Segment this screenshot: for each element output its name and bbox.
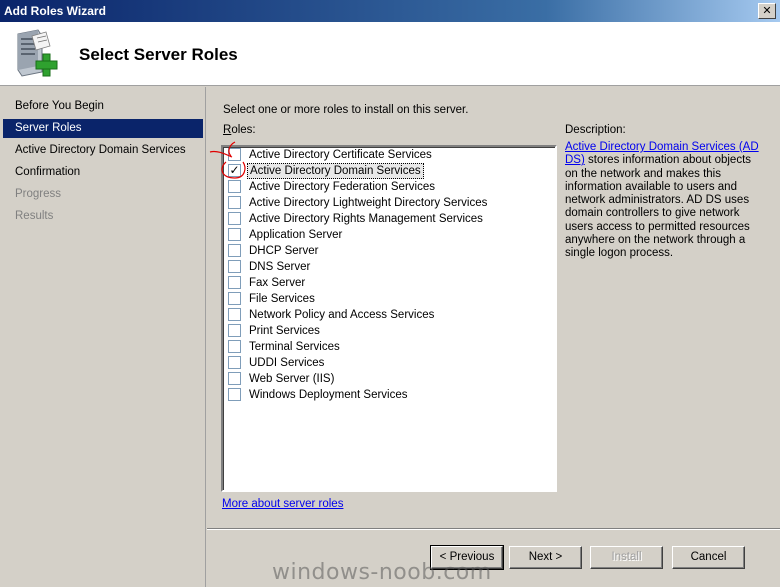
role-item[interactable]: Network Policy and Access Services [227,307,547,323]
role-item[interactable]: File Services [227,291,547,307]
role-item[interactable]: Terminal Services [227,339,547,355]
role-item[interactable]: Fax Server [227,275,547,291]
role-checkbox[interactable] [228,260,241,273]
role-item[interactable]: DNS Server [227,259,547,275]
sidebar-item-server-roles[interactable]: Server Roles [3,119,203,138]
role-label: Active Directory Certificate Services [249,149,432,161]
role-checkbox[interactable] [228,148,241,161]
main-panel: Select one or more roles to install on t… [207,87,780,527]
wizard-sidebar: Before You Begin Server Roles Active Dir… [0,87,206,587]
role-item[interactable]: Windows Deployment Services [227,387,547,403]
role-label: Terminal Services [249,341,340,353]
role-label: Fax Server [249,277,306,289]
role-checkbox[interactable] [228,292,241,305]
role-checkbox[interactable] [228,276,241,289]
role-label: File Services [249,293,315,305]
roles-label: Roles: [223,124,256,136]
sidebar-item-confirmation[interactable]: Confirmation [3,163,203,182]
sidebar-item-before-you-begin[interactable]: Before You Begin [3,97,203,116]
sidebar-item-ad-domain-services[interactable]: Active Directory Domain Services [3,141,203,160]
description-body: stores information about objects on the … [565,154,752,260]
role-item[interactable]: Web Server (IIS) [227,371,547,387]
role-label: Active Directory Domain Services [247,163,424,179]
role-checkbox[interactable] [228,196,241,209]
role-item[interactable]: UDDI Services [227,355,547,371]
cancel-button[interactable]: Cancel [672,546,745,569]
role-checkbox[interactable] [228,356,241,369]
role-label: Active Directory Federation Services [249,181,435,193]
watermark: windows-noob.com [272,560,492,585]
instruction-text: Select one or more roles to install on t… [223,104,469,116]
role-checkbox[interactable] [228,340,241,353]
title-bar: Add Roles Wizard ✕ [0,0,780,22]
role-label: Application Server [249,229,343,241]
more-about-roles-link[interactable]: More about server roles [222,498,343,510]
page-title: Select Server Roles [79,45,238,64]
role-checkbox[interactable] [228,212,241,225]
description-text: Active Directory Domain Services (AD DS)… [565,141,761,261]
window-title: Add Roles Wizard [4,4,106,18]
role-label: UDDI Services [249,357,325,369]
install-button: Install [590,546,663,569]
role-label: Print Services [249,325,320,337]
next-button[interactable]: Next > [509,546,582,569]
role-label: Windows Deployment Services [249,389,408,401]
roles-label-text: oles: [231,124,256,136]
role-item[interactable]: Application Server [227,227,547,243]
sidebar-item-results: Results [15,210,54,222]
role-checkbox[interactable] [228,244,241,257]
role-item[interactable]: Print Services [227,323,547,339]
button-separator [207,528,780,530]
role-checkbox[interactable] [228,388,241,401]
sidebar-item-progress: Progress [15,188,62,200]
role-checkbox[interactable] [228,180,241,193]
role-label: Network Policy and Access Services [249,309,435,321]
role-label: Active Directory Lightweight Directory S… [249,197,488,209]
role-label: Active Directory Rights Management Servi… [249,213,483,225]
roles-list[interactable]: Active Directory Certificate Services ✓ A… [221,145,557,492]
role-checkbox[interactable] [228,228,241,241]
role-item[interactable]: Active Directory Federation Services [227,179,547,195]
server-add-icon [17,29,58,77]
description-label: Description: [565,124,626,136]
role-item[interactable]: Active Directory Certificate Services [227,147,547,163]
role-checkbox[interactable] [228,308,241,321]
role-checkbox[interactable] [228,324,241,337]
role-item[interactable]: DHCP Server [227,243,547,259]
role-label: DNS Server [249,261,311,273]
wizard-header: Select Server Roles [0,22,780,86]
role-label: Web Server (IIS) [249,373,335,385]
role-item[interactable]: ✓ Active Directory Domain Services [227,163,547,179]
role-checkbox[interactable]: ✓ [228,164,241,177]
role-label: DHCP Server [249,245,319,257]
role-item[interactable]: Active Directory Lightweight Directory S… [227,195,547,211]
close-button[interactable]: ✕ [758,3,776,19]
role-checkbox[interactable] [228,372,241,385]
role-item[interactable]: Active Directory Rights Management Servi… [227,211,547,227]
